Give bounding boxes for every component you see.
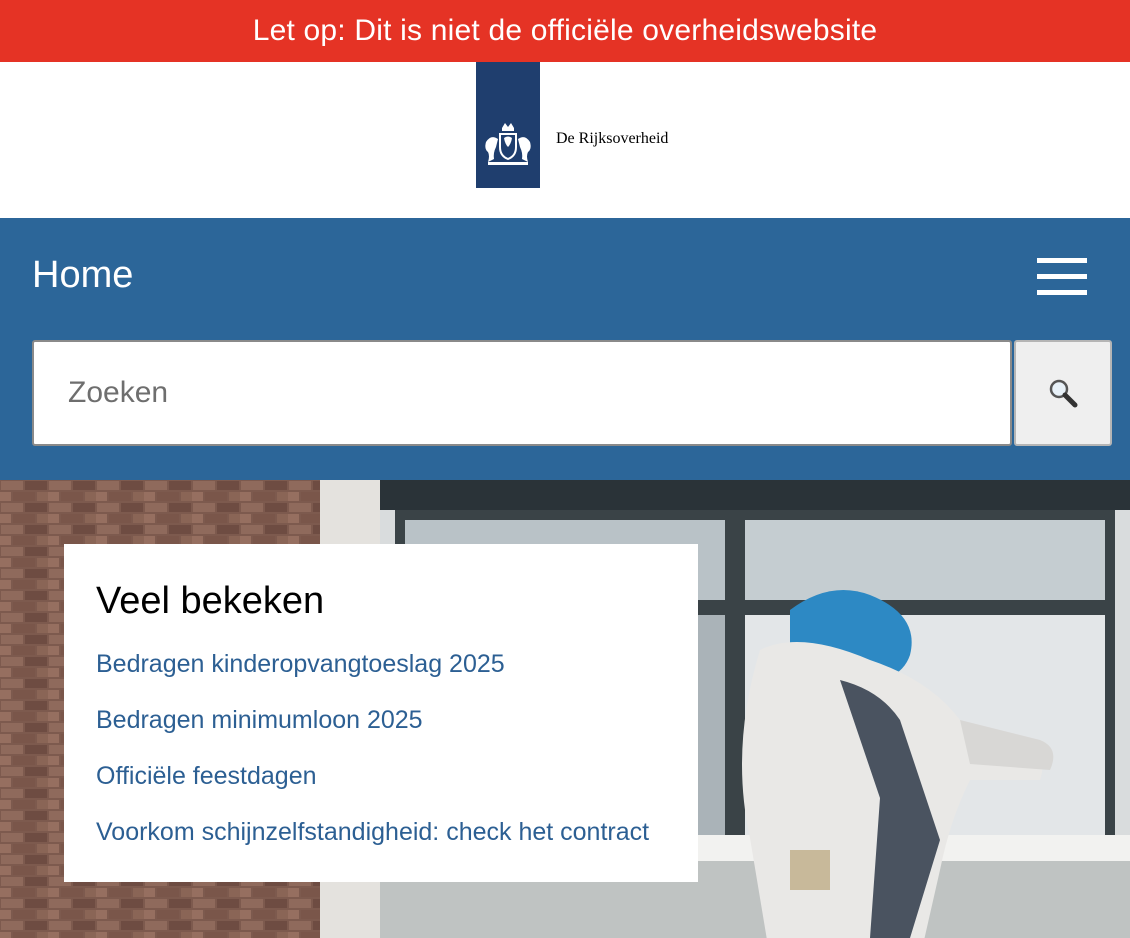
hero-image: Veel bekeken Bedragen kinderopvangtoesla… <box>0 480 1130 938</box>
unofficial-warning-banner: Let op: Dit is niet de officiële overhei… <box>0 0 1130 62</box>
popular-link[interactable]: Bedragen kinderopvangtoeslag 2025 <box>96 650 505 679</box>
popular-title: Veel bekeken <box>96 580 325 622</box>
site-header-bar: Home <box>0 218 1130 480</box>
search-button[interactable] <box>1014 340 1112 446</box>
popular-link[interactable]: Officiële feestdagen <box>96 762 317 791</box>
coat-of-arms-icon <box>485 123 531 165</box>
logo-text[interactable]: De Rijksoverheid <box>556 130 668 148</box>
logo-header: De Rijksoverheid <box>0 62 1130 218</box>
page-title[interactable]: Home <box>32 254 133 297</box>
magnifier-icon <box>1049 379 1078 408</box>
popular-card: Veel bekeken Bedragen kinderopvangtoesla… <box>64 544 698 882</box>
popular-link[interactable]: Bedragen minimumloon 2025 <box>96 706 423 735</box>
popular-link[interactable]: Voorkom schijnzelfstandigheid: check het… <box>96 818 649 847</box>
logo-bar[interactable] <box>476 62 540 188</box>
search-input[interactable] <box>32 340 1012 446</box>
warning-text: Let op: Dit is niet de officiële overhei… <box>252 14 878 47</box>
menu-button[interactable] <box>1030 254 1092 300</box>
